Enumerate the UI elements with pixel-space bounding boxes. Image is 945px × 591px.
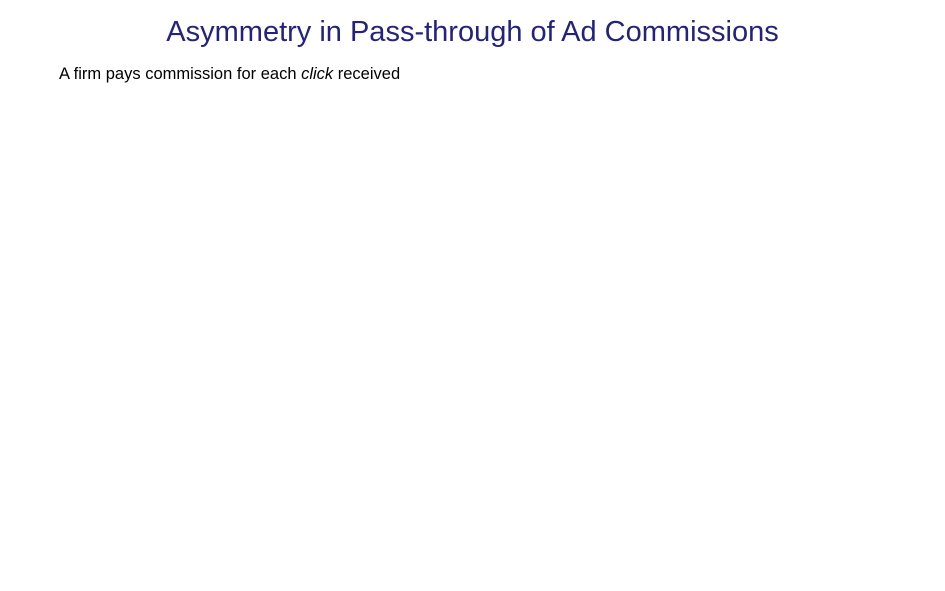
slide: Asymmetry in Pass-through of Ad Commissi…: [0, 0, 945, 591]
body-text-after: received: [333, 65, 401, 83]
body-text-before: A firm pays commission for each: [59, 65, 302, 83]
slide-body-line: A firm pays commission for each click re…: [59, 64, 400, 84]
slide-title: Asymmetry in Pass-through of Ad Commissi…: [166, 16, 779, 48]
body-text-emphasis: click: [301, 65, 334, 83]
